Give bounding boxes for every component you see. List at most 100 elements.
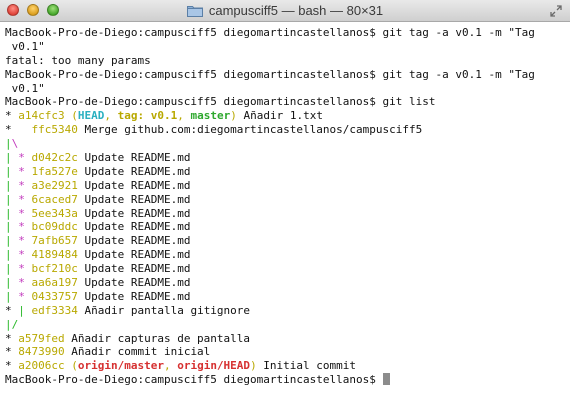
graph-branch: | (5, 289, 19, 303)
graph-branch: \ (11, 137, 19, 151)
graph-node: * (18, 234, 32, 248)
command-text: v0.1" (5, 39, 45, 53)
graph-node: * (18, 164, 32, 178)
ref-paren: ) (230, 109, 237, 123)
commit-hash: bc09ddc (31, 220, 78, 234)
commit-hash: ffc5340 (31, 123, 78, 137)
graph-node: * (18, 192, 32, 206)
commit-hash: 8473990 (18, 345, 65, 359)
ref-sep: , (177, 109, 191, 123)
ref-remote: origin/master (77, 359, 164, 373)
commit-hash: 6caced7 (31, 192, 78, 206)
ref-remote: origin/HEAD (177, 359, 251, 373)
prompt: MacBook-Pro-de-Diego:campusciff5 diegoma… (5, 373, 383, 387)
commit-line: | * 1fa527e Update README.md (5, 165, 570, 179)
graph-branch: | (18, 303, 25, 317)
commit-line: | * 7afb657 Update README.md (5, 234, 570, 248)
graph-node: * (5, 109, 19, 123)
graph-branch: | (5, 262, 19, 276)
commit-message: Update README.md (77, 234, 191, 248)
graph-node: * (18, 206, 32, 220)
commit-message: Update README.md (77, 248, 191, 262)
commit-line: | * aa6a197 Update README.md (5, 276, 570, 290)
graph-node: * (5, 359, 19, 373)
commit-line: | * bc09ddc Update README.md (5, 220, 570, 234)
commit-message: Update README.md (77, 151, 191, 165)
graph-node: * (18, 289, 32, 303)
commit-line: * a14cfc3 (HEAD, tag: v0.1, master) Añad… (5, 109, 570, 123)
graph-node: * (18, 276, 32, 290)
commit-line: * 8473990 Añadir commit inicial (5, 345, 570, 359)
commit-hash: 0433757 (31, 289, 78, 303)
commit-hash: bcf210c (31, 262, 78, 276)
error-text: fatal: too many params (5, 53, 151, 67)
graph-branch: | (5, 206, 19, 220)
commit-hash: a14cfc3 (18, 109, 65, 123)
terminal-output[interactable]: MacBook-Pro-de-Diego:campusciff5 diegoma… (0, 22, 570, 387)
window-title-area: campusciff5 — bash — 80×31 (0, 0, 570, 21)
ref-head: HEAD (77, 109, 105, 123)
graph-branch: | (5, 276, 19, 290)
commit-line: * | edf3334 Añadir pantalla gitignore (5, 304, 570, 318)
commit-line: * ffc5340 Merge github.com:diegomartinca… (5, 123, 570, 137)
graph-branch: | (5, 248, 19, 262)
graph-node: * (18, 248, 32, 262)
commit-hash: 7afb657 (31, 234, 78, 248)
prompt: MacBook-Pro-de-Diego:campusciff5 diegoma… (5, 26, 383, 39)
commit-message: Añadir commit inicial (64, 345, 211, 359)
graph-branch: | (5, 137, 12, 151)
commit-line: | * a3e2921 Update README.md (5, 179, 570, 193)
terminal-line: MacBook-Pro-de-Diego:campusciff5 diegoma… (5, 373, 570, 387)
terminal-line: v0.1" (5, 82, 570, 96)
terminal-line: MacBook-Pro-de-Diego:campusciff5 diegoma… (5, 26, 570, 40)
prompt: MacBook-Pro-de-Diego:campusciff5 diegoma… (5, 95, 383, 109)
ref-branch: master (190, 109, 231, 123)
ref-sep: , (163, 359, 178, 373)
commit-line: | * bcf210c Update README.md (5, 262, 570, 276)
graph-branch: |/ (5, 317, 19, 331)
commit-hash: a2006cc (18, 359, 65, 373)
commit-message: Update README.md (77, 276, 191, 290)
command-text: git tag -a v0.1 -m "Tag (382, 26, 535, 39)
commit-message: Merge github.com:diegomartincastellanos/… (77, 123, 423, 137)
terminal-window: campusciff5 — bash — 80×31 MacBook-Pro-d… (0, 0, 570, 414)
commit-message: Update README.md (77, 164, 191, 178)
commit-line: | * 5ee343a Update README.md (5, 207, 570, 221)
commit-line: * a2006cc (origin/master, origin/HEAD) I… (5, 359, 570, 373)
graph-node: * (5, 331, 19, 345)
ref-paren: ( (71, 109, 78, 123)
graph-branch: | (5, 178, 19, 192)
commit-message: Añadir pantalla gitignore (77, 303, 251, 317)
commit-line: | * 0433757 Update README.md (5, 290, 570, 304)
graph-node: * (18, 220, 32, 234)
ref-sep: , (104, 109, 118, 123)
fullscreen-arrows-icon[interactable] (549, 4, 563, 18)
graph-line: |\ (5, 137, 570, 151)
commit-message: Initial commit (256, 359, 357, 373)
commit-message: Update README.md (77, 220, 191, 234)
command-text: v0.1" (5, 81, 45, 95)
graph-branch: | (5, 164, 19, 178)
commit-message: Añadir capturas de pantalla (64, 331, 251, 345)
commit-message: Añadir 1.txt (236, 109, 323, 123)
ref-paren: ( (71, 359, 78, 373)
commit-hash: d042c2c (31, 151, 78, 165)
terminal-line: MacBook-Pro-de-Diego:campusciff5 diegoma… (5, 68, 570, 82)
commit-hash: aa6a197 (31, 276, 78, 290)
commit-hash: 5ee343a (31, 206, 78, 220)
title-bar[interactable]: campusciff5 — bash — 80×31 (0, 0, 570, 22)
graph-branch: | (5, 220, 19, 234)
graph-line: |/ (5, 318, 570, 332)
commit-hash: 1fa527e (31, 164, 78, 178)
command-text: git tag -a v0.1 -m "Tag (382, 67, 535, 81)
terminal-line: v0.1" (5, 40, 570, 54)
prompt: MacBook-Pro-de-Diego:campusciff5 diegoma… (5, 67, 383, 81)
commit-line: * a579fed Añadir capturas de pantalla (5, 332, 570, 346)
graph-branch: | (5, 151, 19, 165)
commit-hash: edf3334 (31, 303, 78, 317)
commit-line: | * 6caced7 Update README.md (5, 193, 570, 207)
graph-node: * (18, 178, 32, 192)
graph-branch: | (5, 192, 19, 206)
commit-message: Update README.md (77, 289, 191, 303)
ref-paren: ) (250, 359, 257, 373)
